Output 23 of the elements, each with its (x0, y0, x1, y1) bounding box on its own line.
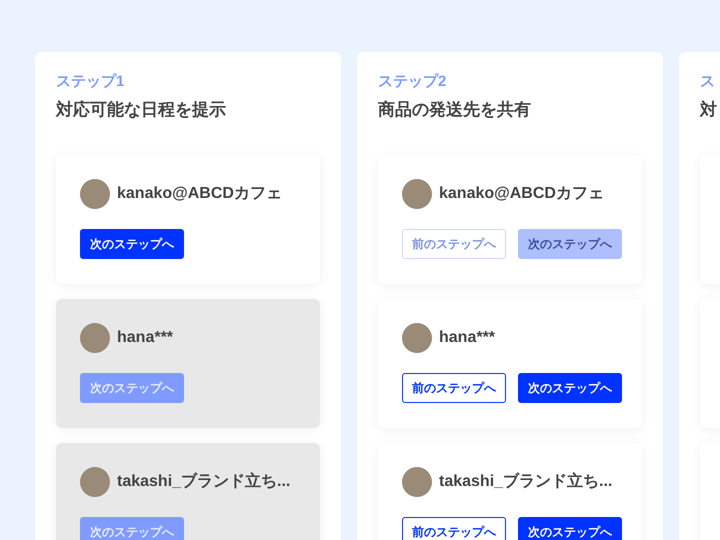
next-step-button[interactable]: 次のステップへ (518, 373, 622, 403)
step-label: ステップ1 (56, 72, 126, 92)
step-label: ス (700, 72, 716, 92)
user-name: takashi_ブランド立ち... (117, 471, 290, 492)
user-name: kanako@ABCDカフェ (117, 184, 282, 204)
user-name: takashi_ブランド立ち... (439, 471, 612, 492)
next-step-button[interactable]: 次のステップへ (80, 229, 184, 259)
step-title: 対応可能な日程を提示 (56, 99, 227, 121)
step-title: 商品の発送先を共有 (378, 99, 532, 121)
avatar-placeholder (80, 467, 110, 497)
avatar-placeholder (402, 323, 432, 353)
user-name: hana*** (439, 328, 496, 348)
user-name: hana*** (117, 328, 174, 348)
step-title: 対 (700, 99, 718, 121)
avatar-placeholder (80, 323, 110, 353)
step-label: ステップ2 (378, 72, 448, 92)
next-step-button[interactable]: 次のステップへ (518, 517, 622, 540)
avatar-placeholder (80, 179, 110, 209)
previous-step-button[interactable]: 前のステップへ (402, 517, 506, 540)
user-name: kanako@ABCDカフェ (439, 184, 604, 204)
previous-step-button[interactable]: 前のステップへ (402, 373, 506, 403)
avatar-placeholder (402, 467, 432, 497)
avatar-placeholder (402, 179, 432, 209)
